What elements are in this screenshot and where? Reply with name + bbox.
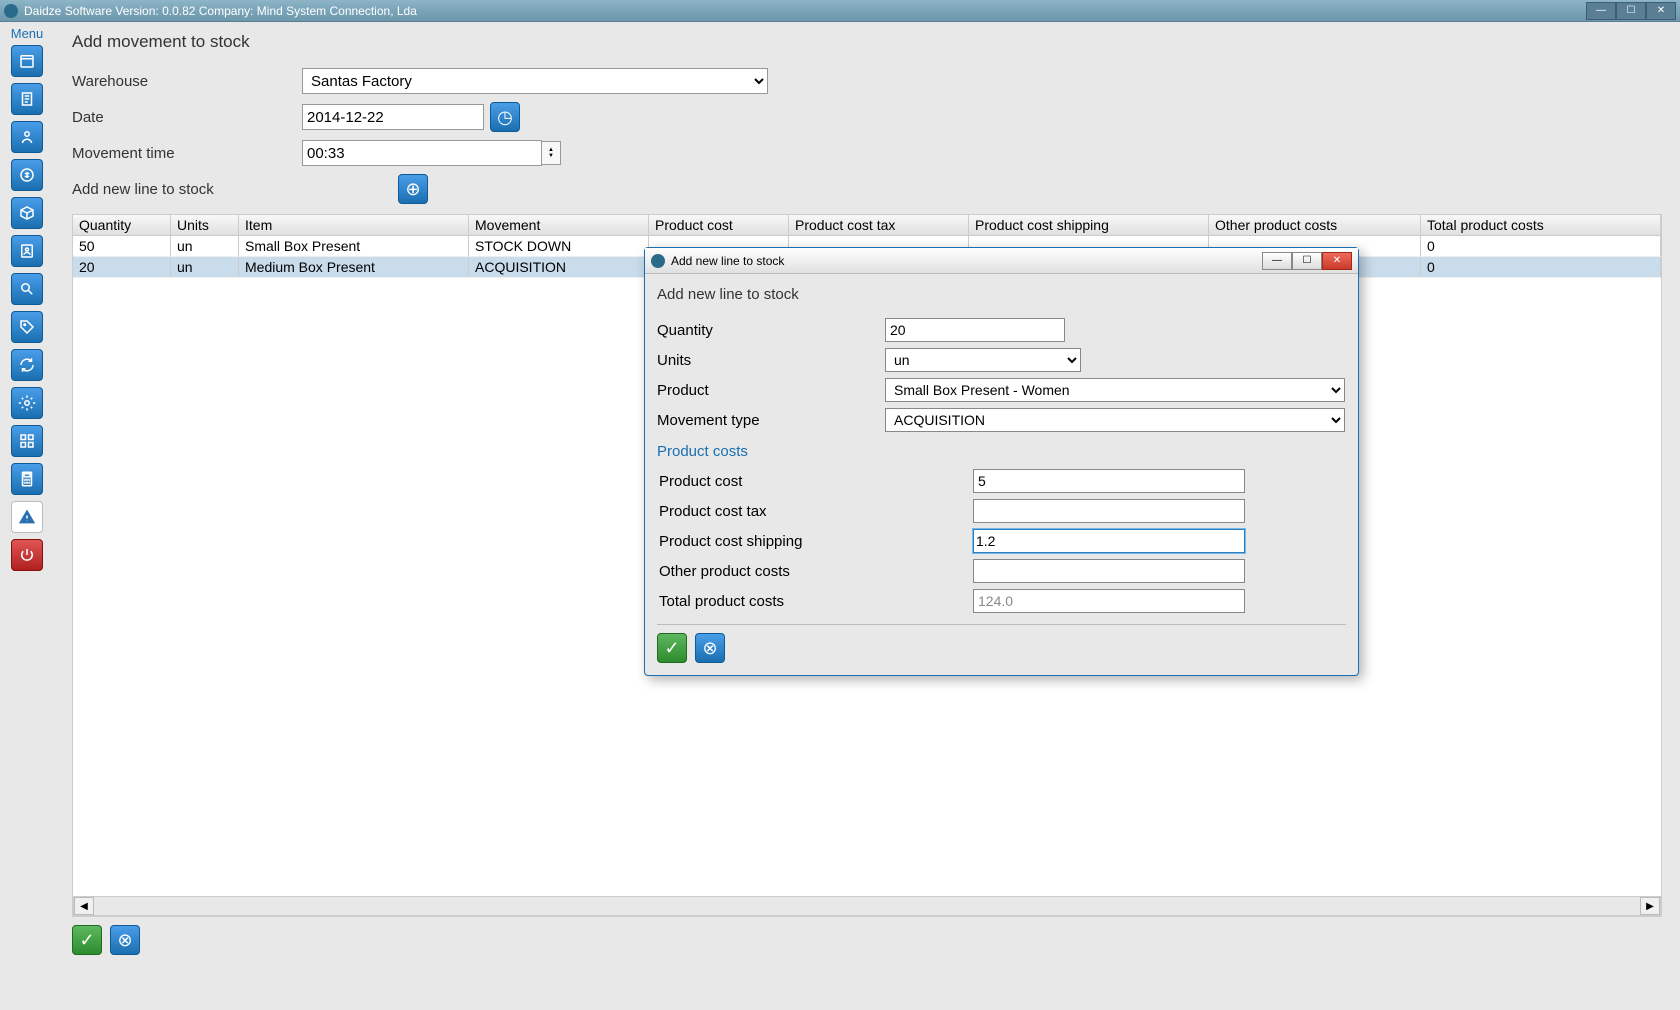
date-input[interactable] xyxy=(302,104,484,130)
dlg-quantity-label: Quantity xyxy=(657,322,885,339)
window-close-button[interactable] xyxy=(1646,2,1676,20)
dialog-minimize-button[interactable]: — xyxy=(1262,252,1292,270)
contacts-icon[interactable] xyxy=(11,235,43,267)
grid-icon[interactable] xyxy=(11,425,43,457)
main-content: Add movement to stock Warehouse Santas F… xyxy=(54,22,1680,1010)
th-quantity[interactable]: Quantity xyxy=(73,215,171,235)
dlg-product-cost-tax-label: Product cost tax xyxy=(657,503,973,520)
page-title: Add movement to stock xyxy=(72,32,1662,52)
table-header: Quantity Units Item Movement Product cos… xyxy=(73,215,1661,236)
dlg-product-select[interactable]: Small Box Present - Women xyxy=(885,378,1345,402)
th-movement[interactable]: Movement xyxy=(469,215,649,235)
dlg-total-product-costs-label: Total product costs xyxy=(657,593,973,610)
horizontal-scrollbar[interactable]: ◀ ▶ xyxy=(73,896,1661,916)
dlg-product-cost-shipping-input[interactable] xyxy=(973,529,1245,553)
th-product-cost[interactable]: Product cost xyxy=(649,215,789,235)
dlg-cancel-button[interactable] xyxy=(695,633,725,663)
dialog-heading: Add new line to stock xyxy=(657,286,1346,303)
dlg-movement-type-label: Movement type xyxy=(657,412,885,429)
power-icon[interactable] xyxy=(11,539,43,571)
dlg-movement-type-select[interactable]: ACQUISITION xyxy=(885,408,1345,432)
th-product-cost-tax[interactable]: Product cost tax xyxy=(789,215,969,235)
money-icon[interactable] xyxy=(11,159,43,191)
window-minimize-button[interactable] xyxy=(1586,2,1616,20)
th-product-cost-shipping[interactable]: Product cost shipping xyxy=(969,215,1209,235)
time-spinner[interactable]: ▲▼ xyxy=(541,141,561,165)
movement-time-input[interactable] xyxy=(302,140,542,166)
dlg-product-cost-input[interactable] xyxy=(973,469,1245,493)
th-units[interactable]: Units xyxy=(171,215,239,235)
box-icon[interactable] xyxy=(11,197,43,229)
sync-icon[interactable] xyxy=(11,349,43,381)
calendar-icon[interactable] xyxy=(11,45,43,77)
date-label: Date xyxy=(72,109,302,126)
window-titlebar: Daidze Software Version: 0.0.82 Company:… xyxy=(0,0,1680,22)
app-icon xyxy=(4,4,18,18)
dlg-units-select[interactable]: un xyxy=(885,348,1081,372)
window-maximize-button[interactable] xyxy=(1616,2,1646,20)
user-icon[interactable] xyxy=(11,121,43,153)
document-icon[interactable] xyxy=(11,83,43,115)
scroll-right-button[interactable]: ▶ xyxy=(1640,897,1660,915)
add-line-button[interactable] xyxy=(398,174,428,204)
confirm-button[interactable] xyxy=(72,925,102,955)
cancel-button[interactable] xyxy=(110,925,140,955)
date-picker-button[interactable] xyxy=(490,102,520,132)
dialog-titlebar[interactable]: Add new line to stock — ☐ ✕ xyxy=(645,248,1358,274)
dlg-product-cost-tax-input[interactable] xyxy=(973,499,1245,523)
dlg-confirm-button[interactable] xyxy=(657,633,687,663)
dlg-other-product-costs-input[interactable] xyxy=(973,559,1245,583)
dlg-units-label: Units xyxy=(657,352,885,369)
warehouse-select[interactable]: Santas Factory xyxy=(302,68,768,94)
add-line-dialog: Add new line to stock — ☐ ✕ Add new line… xyxy=(644,247,1359,676)
warning-icon[interactable] xyxy=(11,501,43,533)
scroll-left-button[interactable]: ◀ xyxy=(74,897,94,915)
add-new-line-label: Add new line to stock xyxy=(72,181,392,198)
dlg-product-label: Product xyxy=(657,382,885,399)
th-other-product-costs[interactable]: Other product costs xyxy=(1209,215,1421,235)
menu-label: Menu xyxy=(11,26,44,41)
dlg-quantity-input[interactable] xyxy=(885,318,1065,342)
dialog-title: Add new line to stock xyxy=(671,254,784,268)
sidebar: Menu xyxy=(0,22,54,1010)
th-item[interactable]: Item xyxy=(239,215,469,235)
window-title: Daidze Software Version: 0.0.82 Company:… xyxy=(24,4,417,18)
dlg-other-product-costs-label: Other product costs xyxy=(657,563,973,580)
dialog-close-button[interactable]: ✕ xyxy=(1322,252,1352,270)
dialog-maximize-button[interactable]: ☐ xyxy=(1292,252,1322,270)
calculator-icon[interactable] xyxy=(11,463,43,495)
dialog-app-icon xyxy=(651,254,665,268)
warehouse-label: Warehouse xyxy=(72,73,302,90)
dlg-product-cost-label: Product cost xyxy=(657,473,973,490)
dlg-total-product-costs-input xyxy=(973,589,1245,613)
gear-icon[interactable] xyxy=(11,387,43,419)
search-icon[interactable] xyxy=(11,273,43,305)
tag-icon[interactable] xyxy=(11,311,43,343)
th-total-product-costs[interactable]: Total product costs xyxy=(1421,215,1661,235)
movement-time-label: Movement time xyxy=(72,145,302,162)
dlg-product-costs-section: Product costs xyxy=(657,443,1346,460)
dlg-product-cost-shipping-label: Product cost shipping xyxy=(657,533,973,550)
